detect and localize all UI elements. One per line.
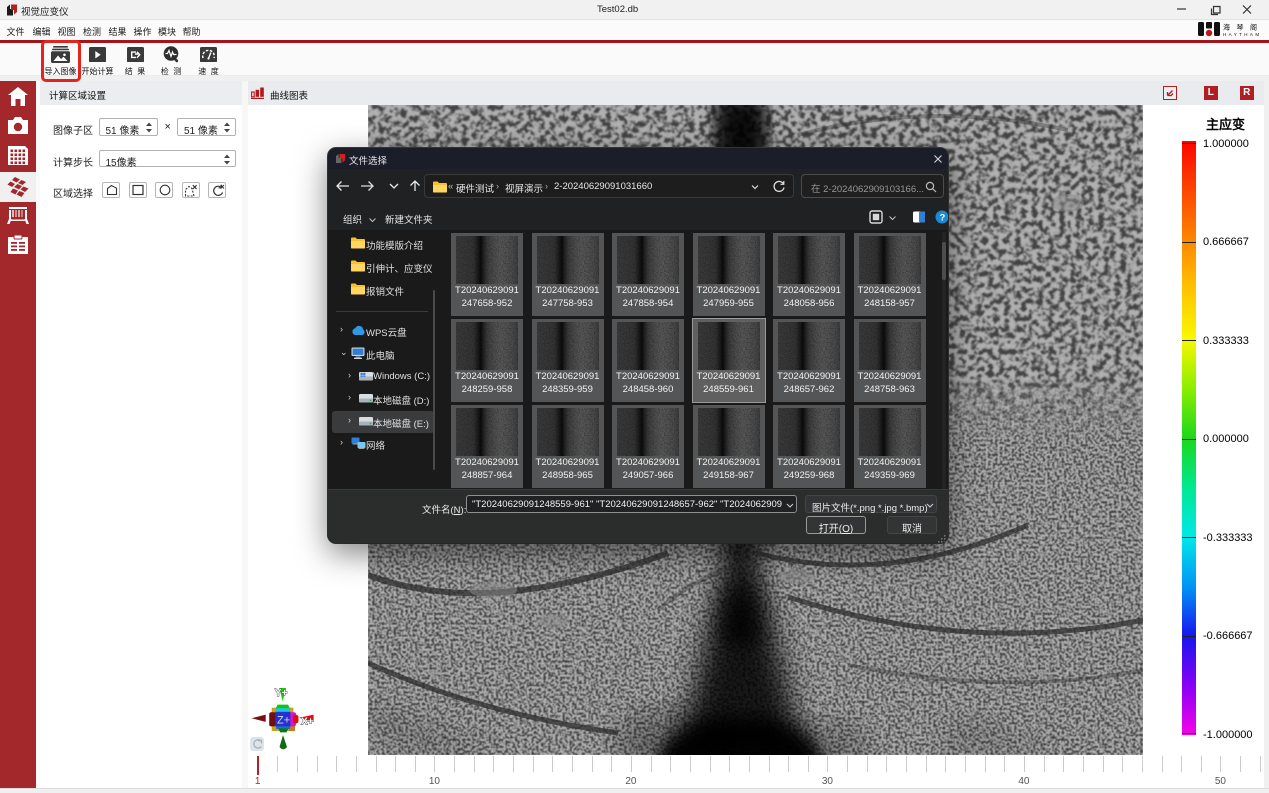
svg-text:?: ? [940, 212, 946, 223]
svg-text:HAYTHAM: HAYTHAM [1223, 32, 1261, 37]
svg-text:X+: X+ [301, 717, 314, 728]
svg-text:海琴阁: 海琴阁 [1223, 23, 1264, 32]
svg-text:Z+: Z+ [277, 715, 290, 727]
svg-text:Y+: Y+ [275, 688, 288, 699]
